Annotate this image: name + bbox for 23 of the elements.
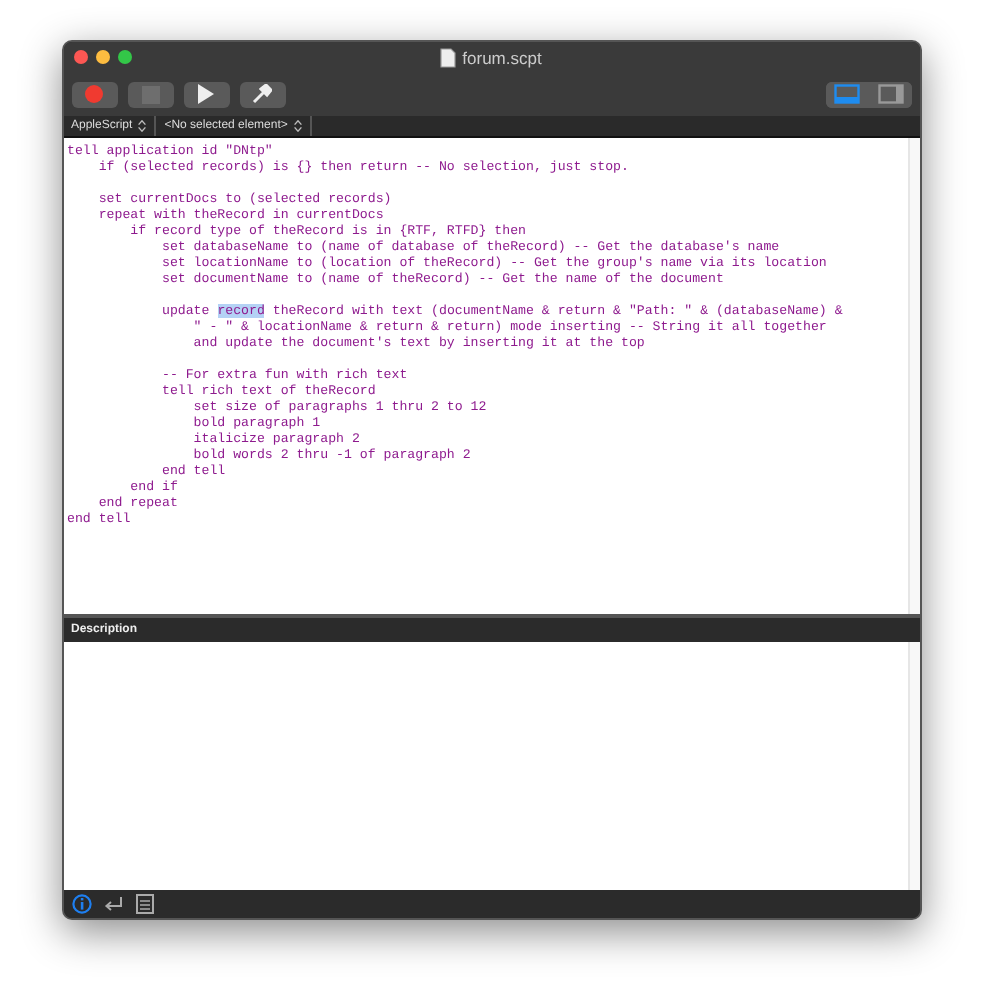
stop-button[interactable]: [127, 81, 173, 107]
document-icon: [440, 47, 457, 67]
window-title: forum.scpt: [462, 47, 542, 67]
zoom-button[interactable]: [117, 50, 131, 64]
log-tab[interactable]: [135, 894, 153, 914]
stop-icon: [141, 85, 159, 103]
run-button[interactable]: [183, 81, 229, 107]
log-icon: [135, 894, 153, 914]
replies-tab[interactable]: [103, 895, 123, 913]
compile-button[interactable]: [239, 81, 285, 107]
record-button[interactable]: [71, 81, 117, 107]
record-icon: [84, 84, 104, 104]
close-button[interactable]: [73, 50, 87, 64]
minimize-button[interactable]: [95, 50, 109, 64]
return-arrow-icon: [103, 895, 123, 913]
bottom-pane-icon: [833, 84, 859, 104]
info-tab[interactable]: [71, 894, 91, 914]
up-down-arrows-icon: [293, 120, 302, 132]
info-icon: [71, 894, 91, 914]
side-pane-icon: [877, 84, 903, 104]
play-icon: [198, 84, 214, 104]
up-down-arrows-icon: [138, 120, 147, 132]
hammer-icon: [252, 84, 272, 104]
